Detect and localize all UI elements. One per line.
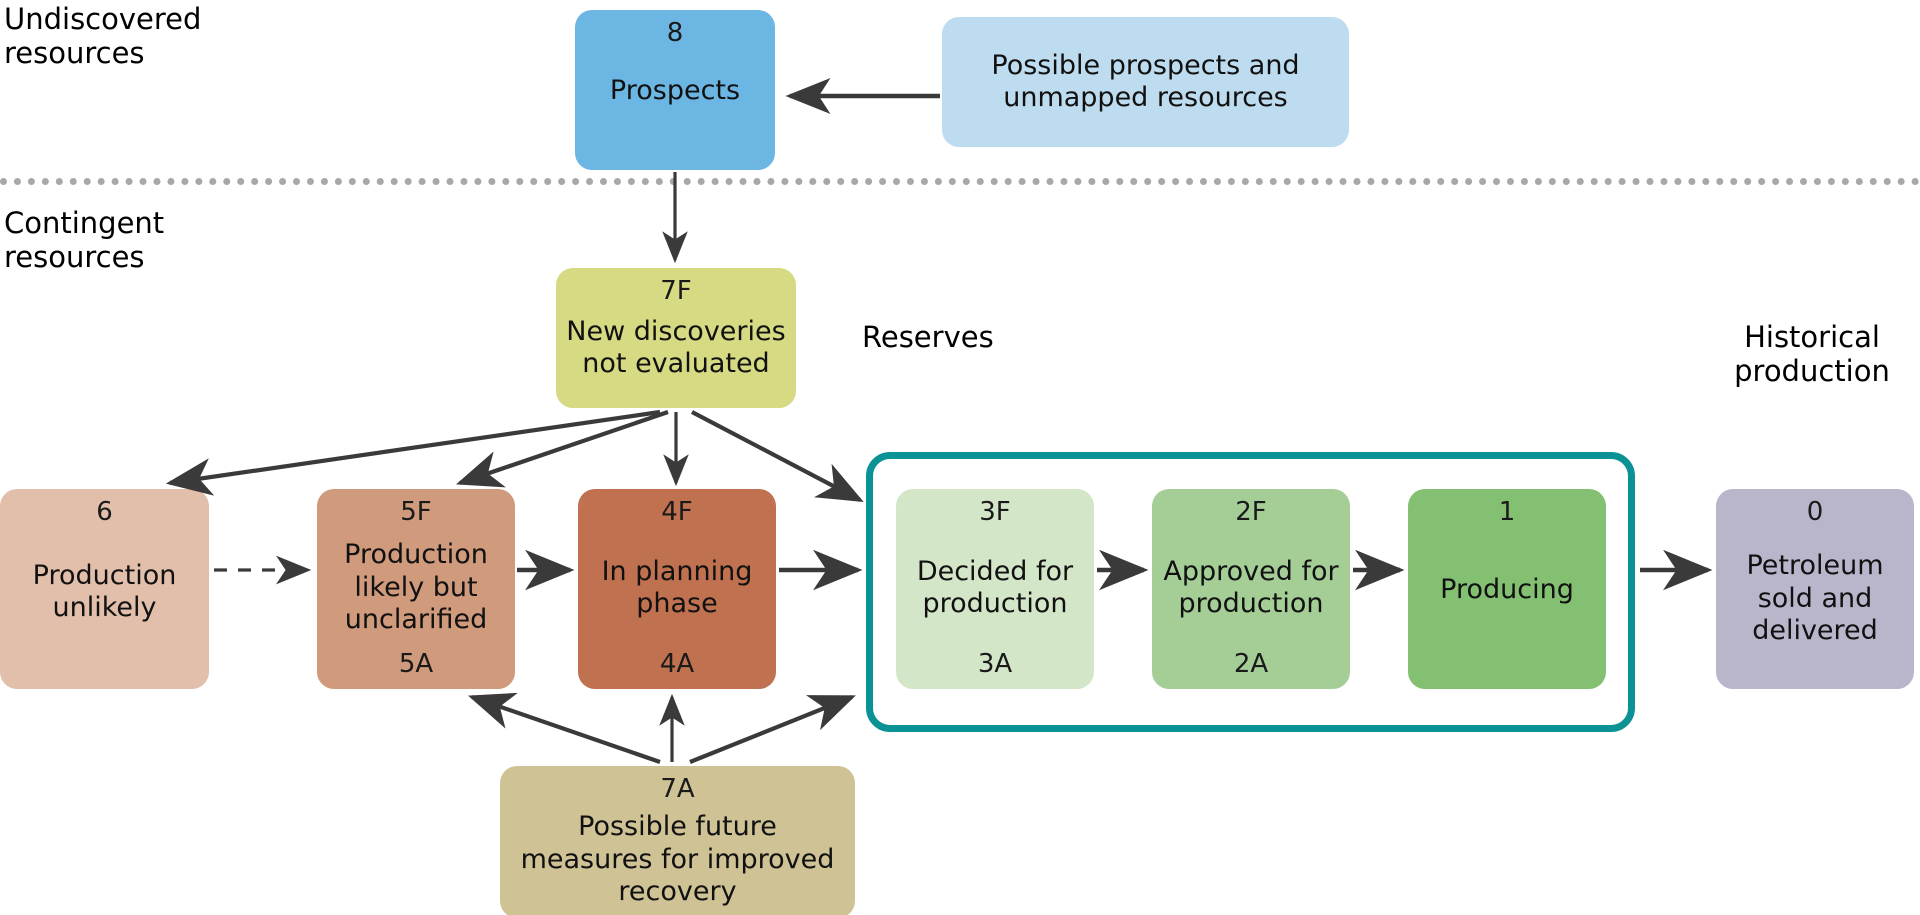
node-decided-code-bottom: 3A xyxy=(977,649,1013,679)
group-label-historical-production: Historical production xyxy=(1734,320,1890,389)
node-new-discoveries[interactable]: 7F New discoveries not evaluated xyxy=(556,268,796,408)
section-divider xyxy=(0,178,1920,185)
node-production-likely[interactable]: 5F Production likely but unclarified 5A xyxy=(317,489,515,689)
arrow-new-discoveries-to-reserves xyxy=(691,410,864,502)
node-petroleum-sold-code: 0 xyxy=(1806,497,1824,527)
node-approved-label: Approved for production xyxy=(1163,555,1339,619)
node-new-discoveries-label: New discoveries not evaluated xyxy=(566,315,786,379)
node-production-unlikely-code: 6 xyxy=(96,497,113,527)
node-prospects-code: 8 xyxy=(666,18,684,48)
arrow-new-discoveries-to-production-likely xyxy=(456,410,669,488)
node-possible-prospects-label: Possible prospects and unmapped resource… xyxy=(991,49,1300,113)
node-approved-code-top: 2F xyxy=(1235,497,1267,527)
node-producing-code: 1 xyxy=(1498,497,1516,527)
node-in-planning[interactable]: 4F In planning phase 4A xyxy=(578,489,776,689)
arrow-future-measures-to-reserves xyxy=(689,695,856,764)
node-production-likely-label: Production likely but unclarified xyxy=(344,539,488,636)
node-in-planning-code-top: 4F xyxy=(661,497,693,527)
node-decided-label: Decided for production xyxy=(916,555,1074,619)
node-production-unlikely[interactable]: 6 Production unlikely xyxy=(0,489,209,689)
node-new-discoveries-code: 7F xyxy=(660,276,692,306)
node-production-likely-code-top: 5F xyxy=(400,497,432,527)
node-in-planning-code-bottom: 4A xyxy=(659,649,695,679)
node-decided-for-production[interactable]: 3F Decided for production 3A xyxy=(896,489,1094,689)
node-producing[interactable]: 1 Producing xyxy=(1408,489,1606,689)
group-label-reserves: Reserves xyxy=(862,320,994,354)
node-approved-for-production[interactable]: 2F Approved for production 2A xyxy=(1152,489,1350,689)
arrow-new-discoveries-to-production-unlikely xyxy=(165,409,661,496)
node-producing-label: Producing xyxy=(1440,573,1574,605)
section-label-undiscovered-resources: Undiscovered resources xyxy=(4,2,202,71)
node-future-measures-label: Possible future measures for improved re… xyxy=(520,811,835,908)
node-prospects-label: Prospects xyxy=(609,74,741,106)
node-production-likely-code-bottom: 5A xyxy=(398,649,434,679)
node-prospects[interactable]: 8 Prospects xyxy=(575,10,775,170)
node-approved-code-bottom: 2A xyxy=(1233,649,1269,679)
node-in-planning-label: In planning phase xyxy=(601,555,753,619)
node-possible-prospects[interactable]: Possible prospects and unmapped resource… xyxy=(942,17,1349,147)
node-future-measures[interactable]: 7A Possible future measures for improved… xyxy=(500,766,855,915)
arrow-future-measures-to-production-likely xyxy=(468,692,661,764)
diagram-canvas: Undiscovered resources Contingent resour… xyxy=(0,0,1920,915)
node-future-measures-code: 7A xyxy=(660,774,695,804)
node-decided-code-top: 3F xyxy=(979,497,1011,527)
node-petroleum-sold[interactable]: 0 Petroleum sold and delivered xyxy=(1716,489,1914,689)
node-petroleum-sold-label: Petroleum sold and delivered xyxy=(1746,550,1884,647)
section-label-contingent-resources: Contingent resources xyxy=(4,206,165,275)
node-production-unlikely-label: Production unlikely xyxy=(32,559,177,623)
